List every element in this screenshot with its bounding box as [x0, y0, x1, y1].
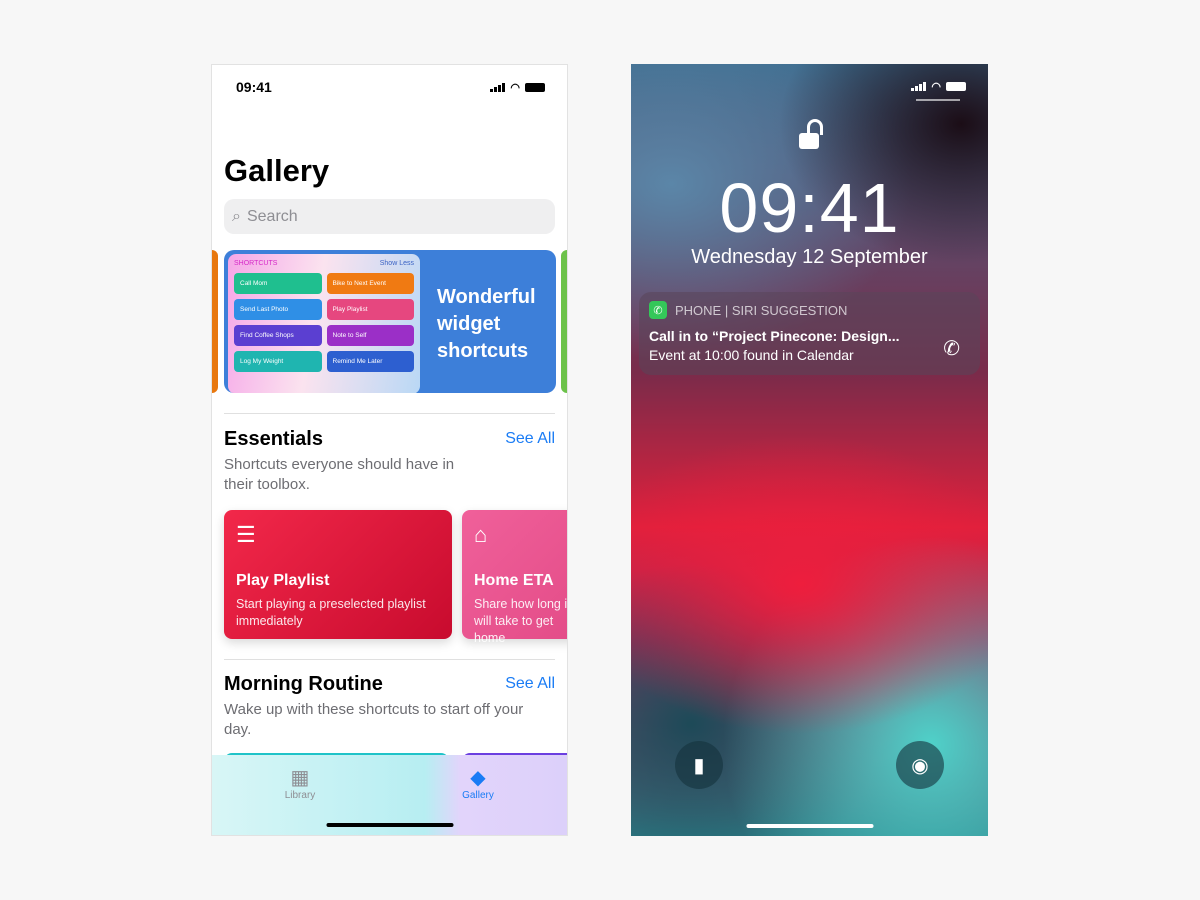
widget-shortcut-button[interactable]: Call Mom [234, 273, 322, 294]
phone-app-icon: ✆ [649, 301, 667, 319]
section-title-essentials: Essentials [224, 428, 323, 450]
widget-shortcut-button[interactable]: Play Playlist [326, 299, 414, 320]
shortcuts-gallery-screen: 09:41 ◠ Gallery ⌕ Search SHORTCUTS Show Le… [211, 64, 568, 836]
previous-card-peek[interactable] [212, 250, 218, 393]
tab-library[interactable]: ▦ Library [260, 765, 340, 801]
lock-date: Wednesday 12 September [691, 246, 928, 268]
widget-shortcut-button[interactable]: Bike to Next Event [326, 273, 414, 294]
list-icon: ☰ [236, 522, 256, 547]
shortcut-card-play-playlist[interactable]: ☰ Play Playlist Start playing a preselec… [224, 510, 452, 639]
divider [224, 659, 555, 660]
divider [224, 413, 555, 414]
status-bar: 09:41 ◠ [236, 79, 545, 95]
cellular-icon [490, 83, 506, 92]
camera-icon: ◉ [911, 754, 929, 777]
status-time: 09:41 [236, 79, 272, 95]
search-icon: ⌕ [232, 207, 241, 225]
section-description: Wake up with these shortcuts to start of… [224, 701, 524, 738]
widget-shortcut-button[interactable]: Remind Me Later [326, 351, 414, 372]
home-indicator [746, 824, 873, 828]
lock-clock: 09:41 [719, 169, 900, 247]
page-title: Gallery [224, 153, 330, 188]
wifi-icon: ◠ [510, 82, 520, 94]
flashlight-icon: ▮ [693, 754, 705, 777]
status-bar: ◠ [655, 78, 966, 94]
layers-icon: ◆ [470, 767, 486, 789]
tab-bar: ▦ Library ◆ Gallery [212, 755, 567, 835]
call-icon[interactable]: ✆ [943, 336, 960, 361]
search-input[interactable]: ⌕ Search [224, 199, 555, 234]
control-center-indicator[interactable] [916, 99, 960, 101]
siri-suggestion-notification[interactable]: ✆ PHONE | SIRI SUGGESTION Call in to “Pr… [639, 292, 980, 375]
battery-icon [946, 82, 966, 91]
flashlight-button[interactable]: ▮ [675, 741, 723, 789]
grid-icon: ▦ [290, 767, 310, 789]
section-description: Shortcuts everyone should have in their … [224, 456, 455, 493]
wifi-icon: ◠ [931, 81, 941, 93]
shortcut-card-home-eta[interactable]: ⌂ Home ETA Share how long it will take t… [462, 510, 567, 645]
see-all-morning-routine[interactable]: See All [505, 675, 555, 693]
cellular-icon [911, 82, 927, 91]
notification-title: Call in to “Project Pinecone: Design... [649, 328, 900, 344]
see-all-essentials[interactable]: See All [505, 430, 555, 448]
featured-widget-banner[interactable]: SHORTCUTS Show Less Call Mom Bike to Next … [224, 250, 556, 393]
widget-shortcut-button[interactable]: Note to Self [326, 325, 414, 346]
widget-shortcut-button[interactable]: Find Coffee Shops [234, 325, 322, 346]
tab-gallery[interactable]: ◆ Gallery [438, 765, 518, 801]
section-title-morning-routine: Morning Routine [224, 673, 383, 695]
lock-screen: ◠ 09:41 Wednesday 12 September ✆ PHONE |… [631, 64, 988, 836]
widget-shortcut-button[interactable]: Log My Weight [234, 351, 322, 372]
home-indicator [326, 823, 453, 827]
widget-preview: SHORTCUTS Show Less Call Mom Bike to Next … [228, 254, 420, 393]
next-card-peek[interactable] [561, 250, 567, 393]
banner-headline: Wonderful widget shortcuts [437, 286, 536, 362]
camera-button[interactable]: ◉ [896, 741, 944, 789]
widget-shortcut-button[interactable]: Send Last Photo [234, 299, 322, 320]
unlocked-padlock-icon [799, 119, 823, 149]
battery-icon [525, 83, 545, 92]
home-icon: ⌂ [474, 522, 488, 547]
notification-body: Event at 10:00 found in Calendar [649, 347, 854, 363]
